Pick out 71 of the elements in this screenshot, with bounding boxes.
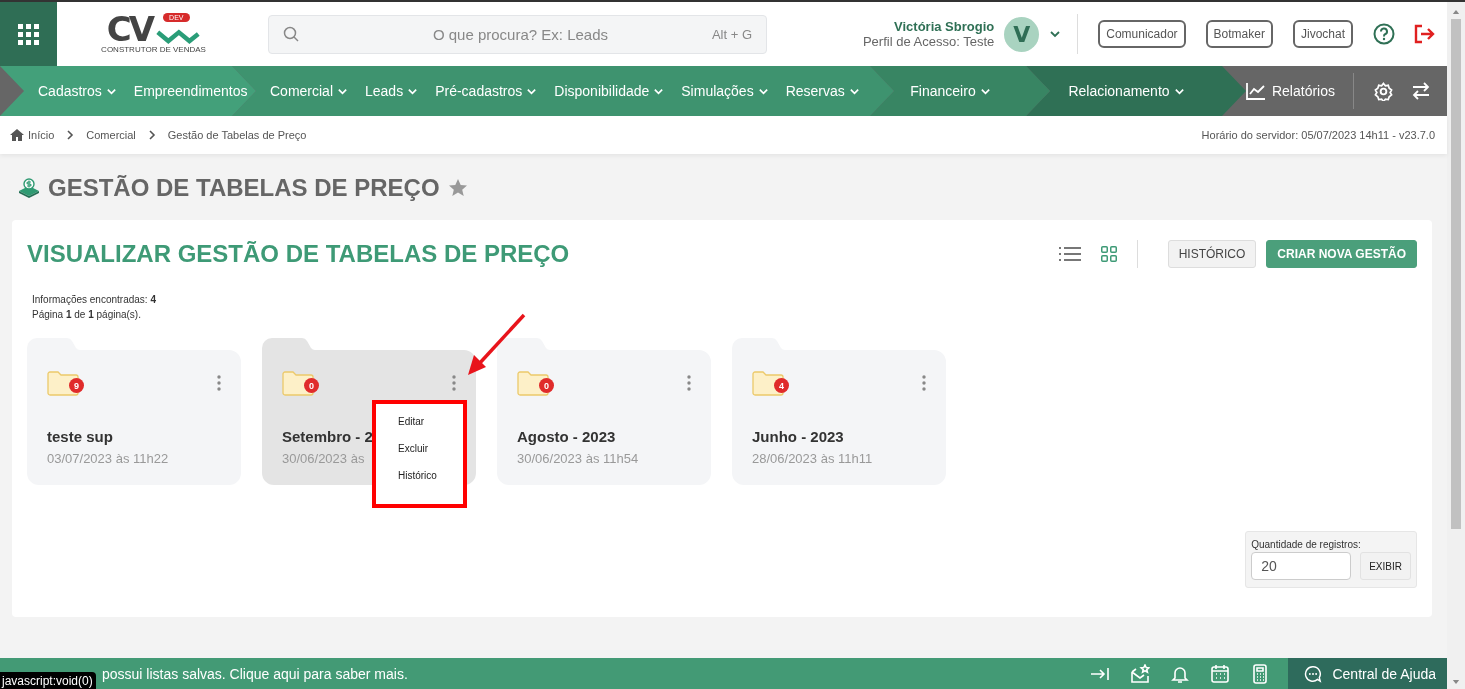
results-count: Informações encontradas: 4 (32, 293, 157, 307)
folder-date: 30/06/2023 às (282, 451, 366, 466)
history-button[interactable]: HISTÓRICO (1167, 240, 1257, 268)
scroll-down-icon[interactable] (1452, 679, 1460, 686)
menu-option[interactable]: Editar (398, 416, 463, 427)
calendar-icon[interactable] (1210, 663, 1231, 684)
star-icon[interactable] (447, 177, 468, 198)
page-size-field[interactable]: 20 (1251, 552, 1352, 580)
chat-tool-button[interactable]: Botmaker (1205, 20, 1273, 48)
user-avatar[interactable]: V (1004, 16, 1040, 52)
kebab-menu-icon[interactable] (922, 375, 926, 391)
scrollbar-thumb[interactable] (1451, 19, 1461, 529)
menu-item[interactable]: Financeiro (910, 83, 991, 99)
kebab-menu-icon[interactable] (452, 375, 456, 391)
chat-tool-button[interactable]: Comunicador (1098, 20, 1186, 48)
folder-card[interactable]: 0 Agosto - 2023 30/06/2023 às 11h54 (497, 338, 711, 485)
help-icon[interactable] (1373, 23, 1395, 45)
apps-menu-button[interactable] (0, 2, 57, 66)
breadcrumb-link[interactable]: Comercial (86, 129, 136, 141)
show-button[interactable]: EXIBIR (1360, 552, 1411, 580)
folder-date: 03/07/2023 às 11h22 (47, 451, 170, 466)
folder-title: teste sup (47, 428, 114, 445)
kebab-menu-icon[interactable] (687, 375, 691, 391)
menu-option[interactable]: Histórico (398, 470, 463, 481)
shortcut-hint: Alt + G (711, 26, 752, 42)
menu-item[interactable]: Pré-cadastros (435, 83, 538, 99)
folder-title: Junho - 2023 (752, 428, 845, 445)
folder-title: Setembro - 2 (282, 428, 374, 445)
chat-bubble-icon (1304, 664, 1323, 683)
reports-link[interactable]: Relatórios (1245, 82, 1353, 100)
settings-icon[interactable] (1374, 81, 1393, 101)
user-profile: Perfil de Acesso: Teste (862, 34, 995, 49)
menu-item[interactable]: Disponibilidade (554, 83, 665, 99)
kebab-menu-icon[interactable] (217, 375, 221, 391)
scroll-up-icon[interactable] (1452, 8, 1460, 15)
swap-arrows-icon[interactable] (1411, 82, 1431, 100)
list-view-icon[interactable] (1058, 246, 1081, 262)
logo-text: CV (106, 13, 153, 45)
menu-item[interactable]: Simulações (681, 83, 769, 99)
arrow-annotation (466, 313, 526, 377)
server-time: Horário do servidor: 05/07/2023 14h11 - v23.7.0 (1201, 129, 1435, 141)
chat-tool-button[interactable]: Jivochat (1292, 20, 1353, 48)
apps-grid-icon (18, 23, 39, 45)
folder-card[interactable]: 9 teste sup 03/07/2023 às 11h22 (27, 338, 241, 485)
section-title: VISUALIZAR GESTÃO DE TABELAS DE PREÇO (27, 240, 571, 268)
search-icon (283, 26, 299, 42)
money-stack-icon (18, 177, 40, 198)
mail-star-icon[interactable] (1130, 663, 1151, 684)
page-title: GESTÃO DE TABELAS DE PREÇO (48, 173, 440, 202)
logout-icon[interactable] (1413, 23, 1435, 45)
breadcrumb-link[interactable]: Início (10, 129, 55, 141)
help-center-button[interactable]: Central de Ajuda (1288, 658, 1447, 689)
menu-item[interactable]: Reservas (785, 83, 860, 99)
breadcrumb-link[interactable]: Gestão de Tabelas de Preço (167, 129, 307, 141)
status-url-tooltip: javascript:void(0) (0, 672, 96, 689)
user-name: Victória Sbrogio (893, 19, 995, 34)
grid-view-icon[interactable] (1100, 246, 1117, 262)
menu-item[interactable]: Relacionamento (1068, 83, 1185, 99)
folder-date: 28/06/2023 às 11h11 (752, 451, 874, 466)
menu-item[interactable]: Leads (365, 83, 419, 99)
page-size-label: Quantidade de registros: (1251, 539, 1362, 550)
logo-tagline: CONSTRUTOR DE VENDAS (101, 45, 206, 55)
folder-card[interactable]: 4 Junho - 2023 28/06/2023 às 11h11 (732, 338, 946, 485)
chevron-down-icon (1049, 28, 1062, 40)
folder-title: Agosto - 2023 (517, 428, 617, 445)
page-info: Página 1 de 1 página(s). (32, 308, 142, 322)
menu-option[interactable]: Excluir (398, 443, 463, 454)
folder-date: 30/06/2023 às 11h54 (517, 451, 640, 466)
line-chart-icon (1245, 82, 1266, 100)
menu-item[interactable]: Comercial (270, 83, 348, 99)
home-icon (10, 129, 24, 141)
